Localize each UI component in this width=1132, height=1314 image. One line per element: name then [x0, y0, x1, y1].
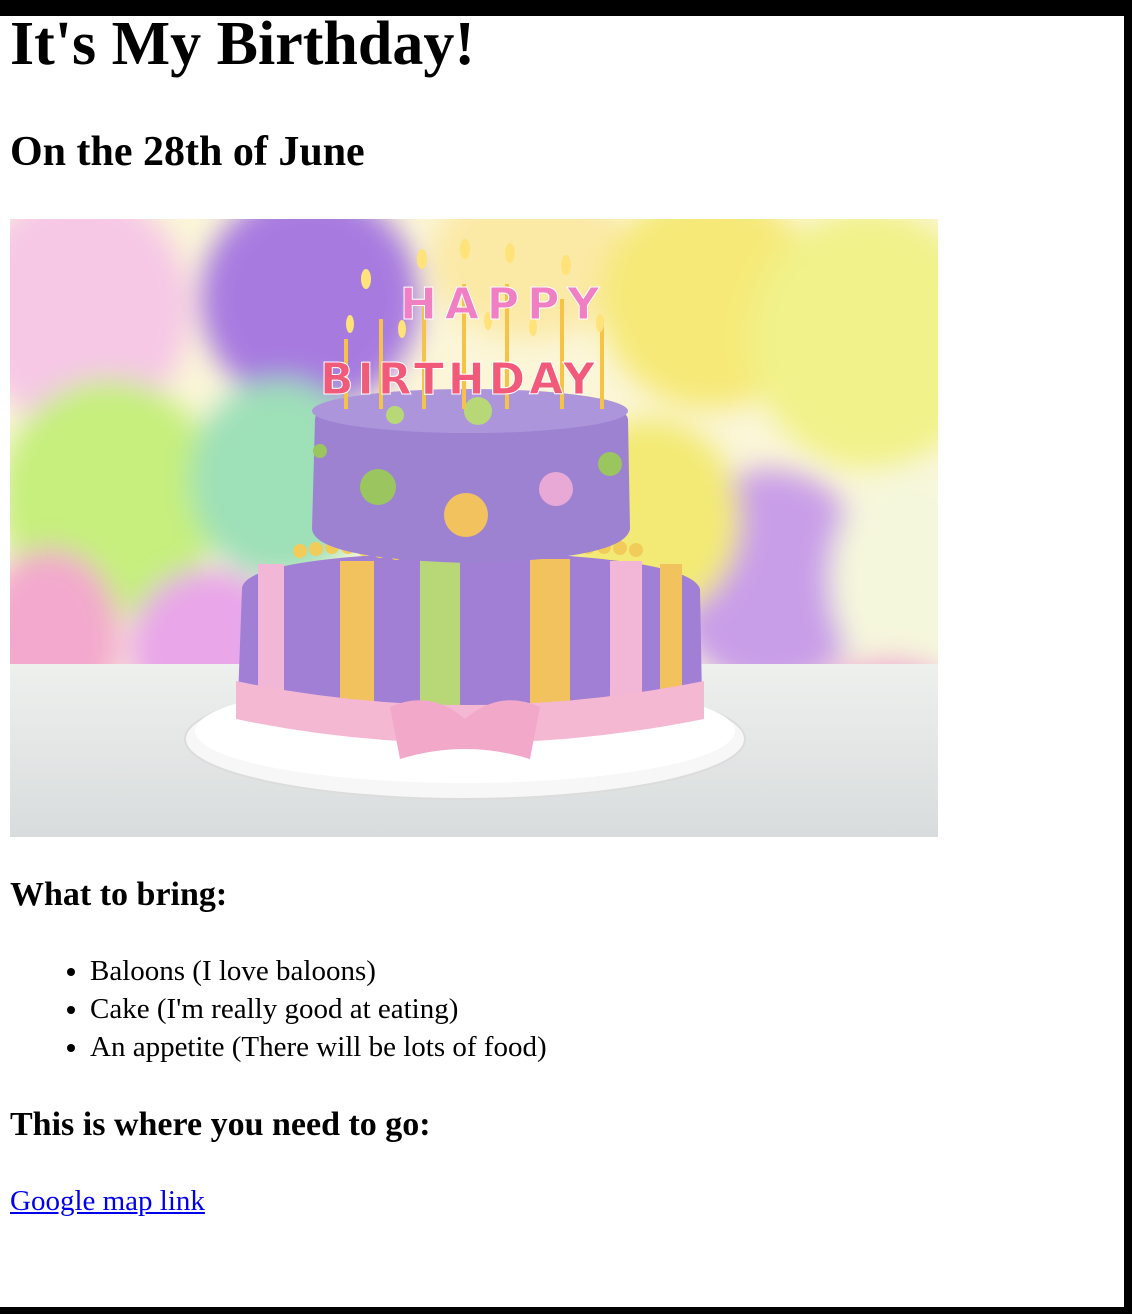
list-item: Baloons (I love baloons) — [90, 952, 547, 990]
page-subtitle: On the 28th of June — [10, 129, 365, 175]
bring-heading: What to bring: — [10, 876, 228, 913]
happy-candle-letters: HAPPY — [400, 279, 607, 330]
page-frame: It's My Birthday! On the 28th of June HA… — [0, 16, 1124, 1307]
list-item: An appetite (There will be lots of food) — [90, 1028, 547, 1066]
list-item: Cake (I'm really good at eating) — [90, 990, 547, 1028]
location-heading: This is where you need to go: — [10, 1106, 431, 1143]
birthday-candle-letters: BIRTHDAY — [320, 354, 599, 405]
google-map-link[interactable]: Google map link — [10, 1182, 205, 1220]
bring-list: Baloons (I love baloons) Cake (I'm reall… — [10, 952, 547, 1066]
birthday-cake-image: HAPPY BIRTHDAY — [10, 219, 938, 837]
cake-illustration: HAPPY BIRTHDAY — [10, 219, 938, 837]
page-title: It's My Birthday! — [10, 16, 475, 78]
